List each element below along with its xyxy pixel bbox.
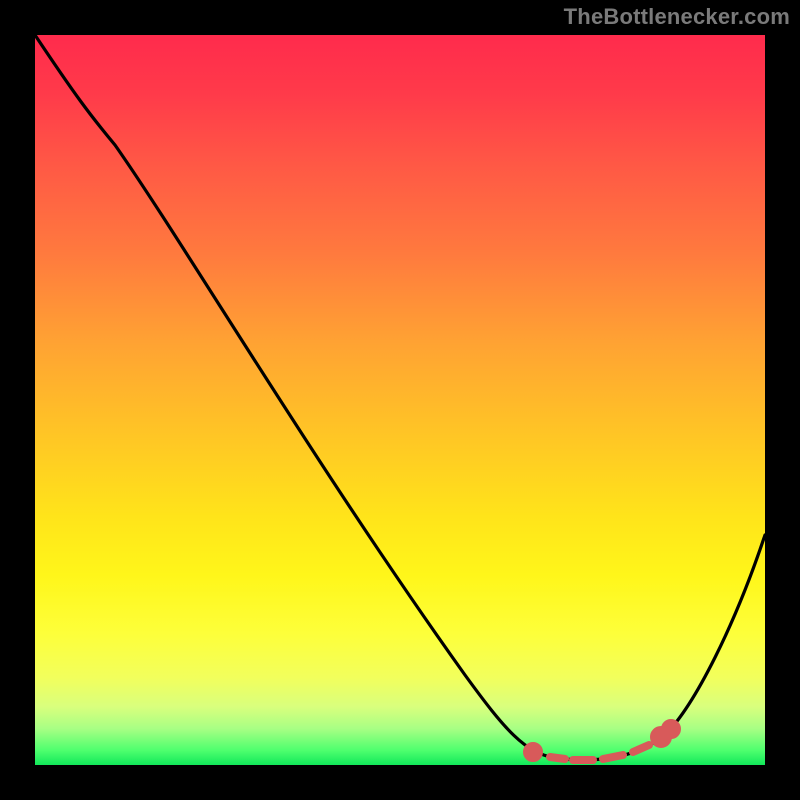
curve-path [35,35,765,760]
optimal-range-markers [527,723,677,760]
plot-area [35,35,765,765]
chart-frame: TheBottlenecker.com [0,0,800,800]
attribution-text: TheBottlenecker.com [564,4,790,30]
bottleneck-curve [35,35,765,765]
